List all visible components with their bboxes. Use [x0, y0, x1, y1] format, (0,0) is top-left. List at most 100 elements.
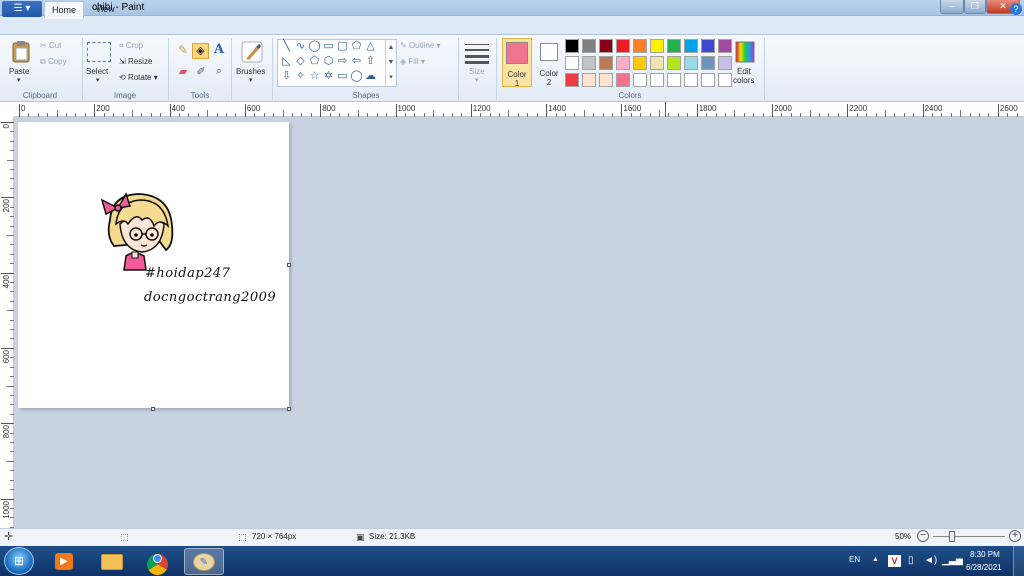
text-tool-icon[interactable]: A [211, 42, 227, 58]
size-dropdown-icon[interactable]: ▾ [475, 76, 479, 84]
palette-swatch[interactable] [650, 56, 664, 70]
palette-swatch[interactable] [650, 73, 664, 87]
down-arrow-shape-icon[interactable]: ⇩ [280, 71, 293, 82]
resize-handle-bottom[interactable] [151, 407, 155, 411]
palette-swatch[interactable] [565, 56, 579, 70]
copy-button[interactable]: ⧉ Copy [40, 57, 67, 67]
line-shape-icon[interactable]: ╲ [280, 41, 293, 52]
zoom-slider-track[interactable] [933, 536, 1005, 537]
six-point-star-shape-icon[interactable]: ✡ [322, 71, 335, 82]
taskbar-explorer[interactable] [92, 548, 132, 575]
polygon-shape-icon[interactable]: ⬠ [350, 41, 363, 52]
minimize-button[interactable]: – [940, 0, 964, 14]
color-picker-icon[interactable]: ✐ [193, 65, 209, 81]
palette-swatch[interactable] [616, 56, 630, 70]
network-signal-icon[interactable]: ▁▃▅ [942, 555, 963, 566]
eraser-icon[interactable]: ▰ [175, 65, 191, 81]
crop-button[interactable]: ⌗ Crop [119, 41, 143, 51]
palette-swatch[interactable] [718, 73, 732, 87]
zoom-slider-thumb[interactable] [949, 531, 955, 542]
show-desktop-button[interactable] [1013, 546, 1024, 576]
outline-button[interactable]: ✎ Outline ▾ [400, 41, 441, 50]
palette-swatch[interactable] [582, 56, 596, 70]
resize-handle-corner[interactable] [287, 407, 291, 411]
palette-swatch[interactable] [582, 39, 596, 53]
rotate-button[interactable]: ⟲ Rotate ▾ [119, 73, 158, 82]
palette-swatch[interactable] [667, 73, 681, 87]
up-arrow-shape-icon[interactable]: ⇧ [364, 56, 377, 67]
right-arrow-shape-icon[interactable]: ⇨ [336, 56, 349, 67]
palette-swatch[interactable] [599, 39, 613, 53]
brushes-button[interactable] [240, 40, 264, 64]
palette-swatch[interactable] [667, 56, 681, 70]
battery-icon[interactable]: ▯ [908, 555, 914, 566]
palette-swatch[interactable] [718, 56, 732, 70]
palette-swatch[interactable] [599, 56, 613, 70]
color2-button[interactable]: Color 2 [536, 38, 562, 87]
taskbar-chrome[interactable] [137, 548, 177, 575]
oval-callout-shape-icon[interactable]: ◯ [350, 71, 363, 82]
cut-button[interactable]: ✂ Cut [40, 41, 61, 50]
four-point-star-shape-icon[interactable]: ✧ [294, 71, 307, 82]
palette-swatch[interactable] [701, 56, 715, 70]
five-point-star-shape-icon[interactable]: ☆ [308, 71, 321, 82]
palette-swatch[interactable] [684, 73, 698, 87]
taskbar-time[interactable]: 8:30 PM [970, 550, 1000, 559]
cloud-callout-shape-icon[interactable]: ☁ [364, 71, 377, 82]
show-hidden-icons-icon[interactable]: ▲ [872, 556, 879, 563]
rounded-callout-shape-icon[interactable]: ▭ [336, 71, 349, 82]
palette-swatch[interactable] [599, 73, 613, 87]
maximize-button[interactable]: ❐ [964, 0, 986, 14]
palette-swatch[interactable] [616, 39, 630, 53]
select-dropdown-icon[interactable]: ▾ [96, 76, 100, 84]
color1-button[interactable]: Color 1 [502, 38, 532, 88]
zoom-in-button[interactable]: + [1009, 530, 1021, 542]
palette-swatch[interactable] [633, 73, 647, 87]
magnifier-icon[interactable]: ⌕ [211, 65, 227, 81]
resize-handle-right[interactable] [287, 263, 291, 267]
curve-shape-icon[interactable]: ∿ [294, 41, 307, 52]
palette-swatch[interactable] [633, 39, 647, 53]
hexagon-shape-icon[interactable]: ⬡ [322, 56, 335, 67]
palette-swatch[interactable] [684, 39, 698, 53]
palette-swatch[interactable] [684, 56, 698, 70]
taskbar-date[interactable]: 6/28/2021 [966, 563, 1002, 572]
left-arrow-shape-icon[interactable]: ⇦ [350, 56, 363, 67]
shapes-scroll[interactable]: ▲ ▼ ▾ [385, 40, 396, 86]
language-indicator[interactable]: EN [849, 555, 860, 564]
edit-colors-button[interactable] [733, 40, 757, 64]
rectangle-shape-icon[interactable]: ▭ [322, 41, 335, 52]
help-icon[interactable]: ? [1010, 3, 1022, 15]
taskbar-paint[interactable]: ✎ [184, 548, 224, 575]
triangle-shape-icon[interactable]: △ [364, 41, 377, 52]
file-menu-button[interactable]: ☰ ▾ [2, 1, 42, 17]
paste-dropdown-icon[interactable]: ▾ [17, 76, 21, 84]
diamond-shape-icon[interactable]: ◇ [294, 56, 307, 67]
tab-home[interactable]: Home [44, 1, 84, 19]
palette-swatch[interactable] [718, 39, 732, 53]
palette-swatch[interactable] [650, 39, 664, 53]
taskbar-media-player[interactable]: ▶ [44, 548, 84, 575]
pentagon-shape-icon[interactable]: ⬠ [308, 56, 321, 67]
palette-swatch[interactable] [582, 73, 596, 87]
rounded-rectangle-shape-icon[interactable]: ▢ [336, 41, 349, 52]
tab-view[interactable]: View [88, 1, 122, 19]
oval-shape-icon[interactable]: ◯ [308, 41, 321, 52]
right-triangle-shape-icon[interactable]: ◺ [280, 56, 293, 67]
resize-button[interactable]: ⇲ Resize [119, 57, 152, 66]
palette-swatch[interactable] [565, 39, 579, 53]
fill-bucket-icon[interactable]: ◈ [192, 43, 209, 59]
palette-swatch[interactable] [701, 73, 715, 87]
antivirus-tray-icon[interactable]: V [888, 555, 901, 567]
size-button[interactable] [464, 42, 490, 64]
pencil-icon[interactable]: ✎ [175, 43, 191, 59]
brushes-dropdown-icon[interactable]: ▾ [249, 76, 253, 84]
palette-swatch[interactable] [565, 73, 579, 87]
paste-button[interactable] [10, 40, 32, 64]
select-button[interactable] [87, 42, 111, 62]
zoom-out-button[interactable]: − [917, 530, 929, 542]
palette-swatch[interactable] [667, 39, 681, 53]
fill-button[interactable]: ◈ Fill ▾ [400, 57, 425, 66]
start-button[interactable]: ⊞ [4, 547, 34, 575]
palette-swatch[interactable] [616, 73, 630, 87]
